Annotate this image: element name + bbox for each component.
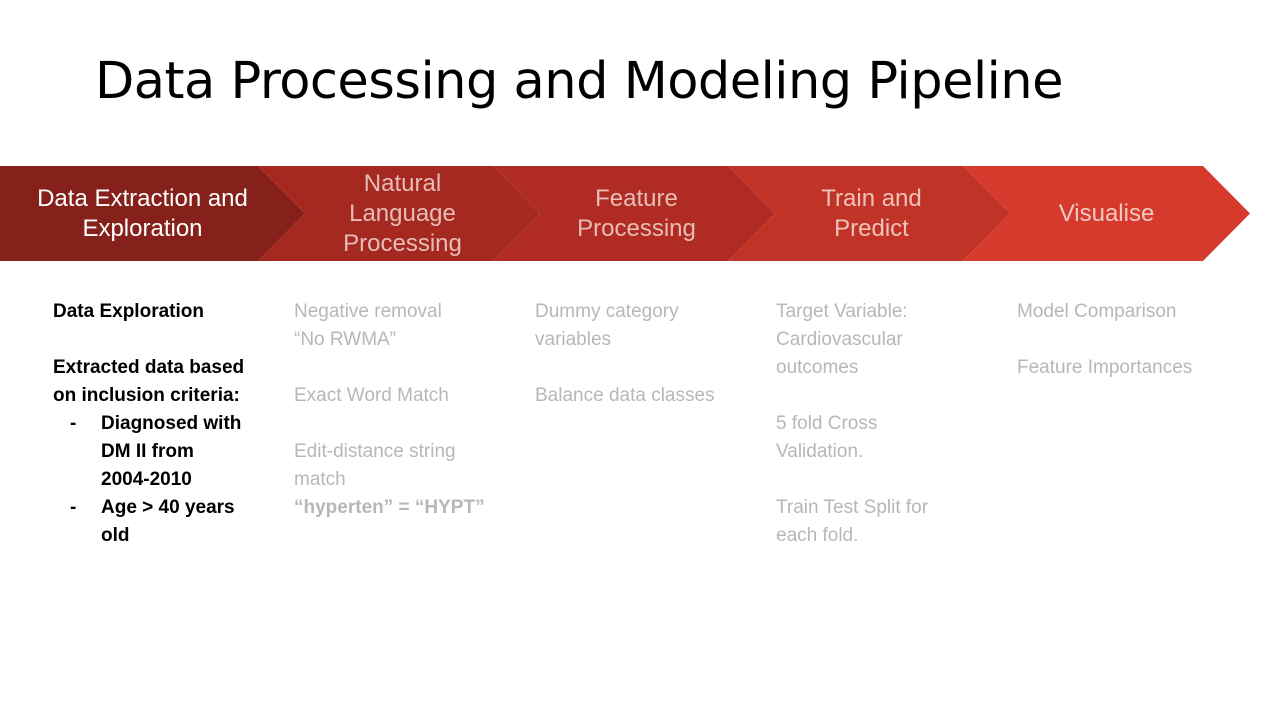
bullet-dash: - xyxy=(70,497,77,518)
dummy-variables-text: Dummy category variables xyxy=(535,301,679,350)
step-label-1: Data Extraction and Exploration xyxy=(37,184,248,242)
train-test-split-text: Train Test Split for each fold. xyxy=(776,497,929,546)
step-label-4: Train and Predict xyxy=(821,184,922,242)
target-variable-text: Target Variable: Cardiovascular outcomes xyxy=(776,301,908,378)
details-column-5: Model Comparison Feature Importances xyxy=(1017,298,1257,382)
step-label-3: Feature Processing xyxy=(577,184,696,242)
feature-importances-text: Feature Importances xyxy=(1017,357,1193,378)
data-exploration-heading: Data Exploration xyxy=(53,301,204,322)
edit-distance-example: “hyperten” = “HYPT” xyxy=(294,497,485,518)
step-label-2: Natural Language Processing xyxy=(343,169,462,257)
list-item: - Diagnosed with DM II from 2004-2010 xyxy=(53,410,253,494)
step-label-5: Visualise xyxy=(1058,199,1155,227)
inclusion-criteria-heading: Extracted data based on inclusion criter… xyxy=(53,357,245,406)
details-column-4: Target Variable: Cardiovascular outcomes… xyxy=(776,298,976,550)
bullet-dash: - xyxy=(70,413,77,434)
details-column-2: Negative removal “No RWMA” Exact Word Ma… xyxy=(294,298,494,522)
balance-classes-text: Balance data classes xyxy=(535,385,715,406)
slide-title: Data Processing and Modeling Pipeline xyxy=(95,52,1063,111)
inclusion-criteria-list: - Diagnosed with DM II from 2004-2010 - Ag… xyxy=(53,410,253,550)
list-item: - Age > 40 years old xyxy=(53,494,253,550)
details-column-1: Data Exploration Extracted data based on… xyxy=(53,298,253,550)
edit-distance-text: Edit-distance string match xyxy=(294,441,456,490)
details-column-3: Dummy category variables Balance data cl… xyxy=(535,298,735,410)
model-comparison-text: Model Comparison xyxy=(1017,301,1177,322)
negative-removal-text: Negative removal “No RWMA” xyxy=(294,301,442,350)
exact-word-match-text: Exact Word Match xyxy=(294,385,449,406)
cross-validation-text: 5 fold Cross Validation. xyxy=(776,413,878,462)
